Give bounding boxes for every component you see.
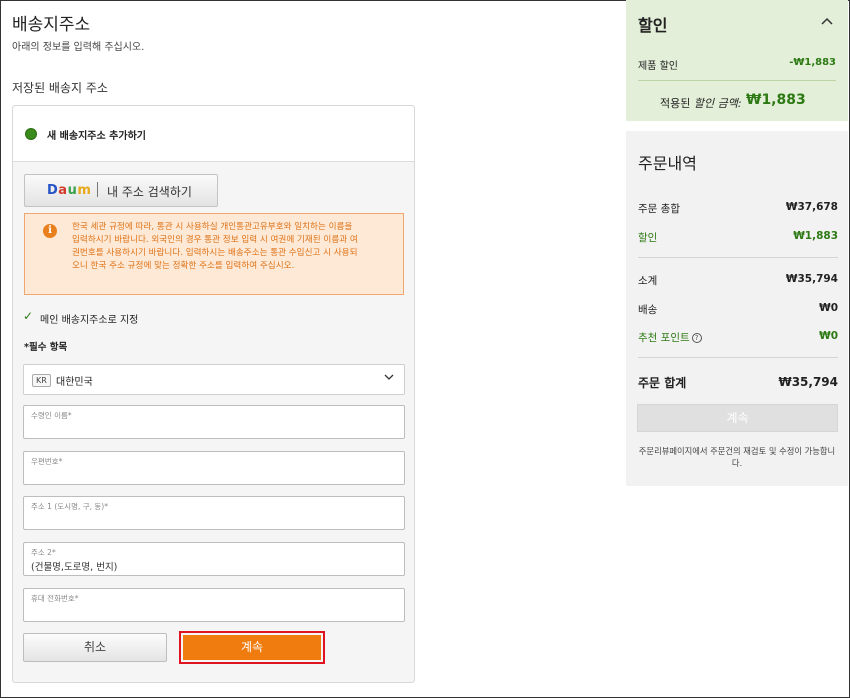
product-discount-value: -₩1,883 — [789, 57, 836, 68]
required-fields-label: *필수 항목 — [24, 342, 68, 353]
continue-button[interactable]: 계속 — [183, 635, 321, 660]
new-address-label: 새 배송지주소 추가하기 — [47, 131, 146, 142]
summary-title: 주문내역 — [638, 154, 697, 173]
info-icon: i — [43, 224, 57, 238]
applied-discount-value: ₩1,883 — [746, 92, 806, 108]
customs-notice-text: 한국 세관 규정에 따라, 통관 시 사용하실 개인통관고유부호와 일치하는 이… — [72, 222, 358, 271]
address2-field[interactable]: 주소 2* (건물명,도로명, 번지) — [23, 542, 405, 576]
order-summary-panel: 주문내역 주문 총합 ₩37,678 할인 ₩1,883 소계 ₩35,794 … — [626, 131, 848, 486]
daum-separator — [97, 182, 98, 197]
daum-search-label: 내 주소 검색하기 — [107, 185, 192, 199]
radio-selected-icon[interactable] — [25, 128, 37, 140]
main-address-checkbox-label[interactable]: 메인 배송지주소로 지정 — [40, 311, 138, 326]
question-icon[interactable]: ? — [691, 333, 702, 343]
summary-divider — [638, 257, 838, 258]
summary-divider — [638, 357, 838, 358]
country-code-badge: KR — [32, 374, 51, 387]
summary-note: 주문리뷰페이지에서 주문건의 재검토 및 수정이 가능합니다. — [638, 446, 836, 468]
continue-button-highlight: 계속 — [179, 631, 325, 664]
daum-address-search-button[interactable]: Daum 내 주소 검색하기 — [24, 174, 218, 207]
discount-panel: 할인 제품 할인 -₩1,883 적용된 할인 금액: ₩1,883 — [626, 0, 848, 121]
chevron-up-icon[interactable] — [820, 15, 834, 27]
country-name: 대한민국 — [56, 377, 93, 388]
page-title: 배송지주소 — [12, 15, 91, 35]
discount-title: 할인 — [638, 16, 668, 35]
new-address-option[interactable]: 새 배송지주소 추가하기 — [13, 106, 414, 162]
customs-notice: i 한국 세관 규정에 따라, 통관 시 사용하실 개인통관고유부호와 일치하는… — [24, 213, 404, 295]
country-select[interactable]: KR 대한민국 — [23, 364, 405, 395]
applied-discount-label: 적용된 할인 금액: — [660, 97, 742, 110]
check-icon[interactable]: ✓ — [23, 310, 35, 322]
address1-field[interactable]: 주소 1 (도시명, 구, 동)* — [23, 496, 405, 530]
product-discount-label: 제품 할인 — [638, 61, 678, 72]
recipient-name-field[interactable]: 수령인 이름* — [23, 405, 405, 439]
page-subtitle: 아래의 정보를 입력해 주십시오. — [12, 42, 145, 53]
chevron-down-icon — [384, 374, 394, 380]
postal-code-field[interactable]: 우편번호* — [23, 451, 405, 485]
saved-address-heading: 저장된 배송지 주소 — [12, 81, 108, 95]
daum-logo: Daum — [47, 183, 92, 198]
cancel-button[interactable]: 취소 — [23, 633, 167, 662]
summary-continue-button[interactable]: 계속 — [637, 404, 838, 432]
discount-divider — [638, 80, 836, 81]
mobile-phone-field[interactable]: 휴대 전화번호* — [23, 588, 405, 622]
address-form-panel: 새 배송지주소 추가하기 Daum 내 주소 검색하기 i 한국 세관 규정에 … — [12, 105, 415, 683]
